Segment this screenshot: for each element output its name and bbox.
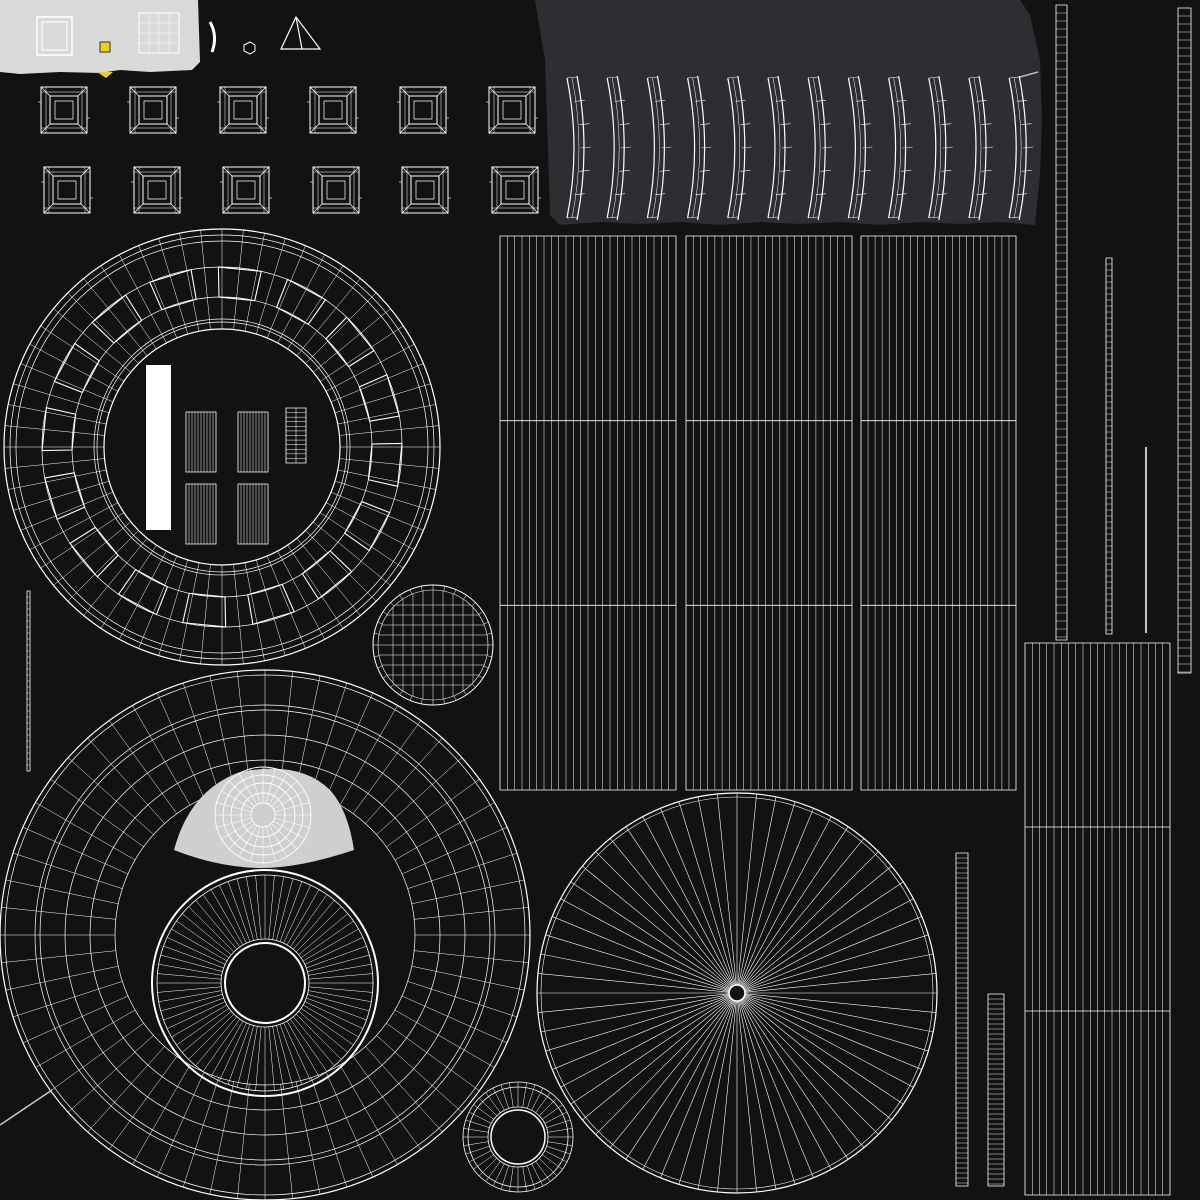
right-tall-grid: [1025, 643, 1170, 1195]
small-circle-island: [373, 585, 493, 705]
curved-strip-panel: [535, 0, 1042, 225]
fan-disc-island: [537, 793, 937, 1193]
uv-layout-canvas: [0, 0, 1200, 1200]
top-left-light-island: [0, 0, 200, 78]
white-bar: [146, 365, 171, 530]
